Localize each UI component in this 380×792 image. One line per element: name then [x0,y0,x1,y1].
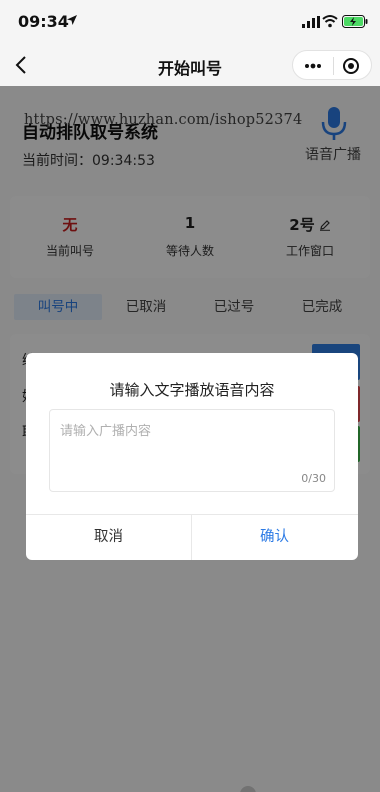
broadcast-dialog: 请输入文字播放语音内容 0/30 取消 确认 [26,353,358,560]
cancel-button[interactable]: 取消 [26,515,191,560]
battery-charging-icon [342,15,368,28]
wifi-icon [322,15,338,28]
more-dots-icon[interactable] [303,60,323,72]
mini-program-capsule [292,50,372,80]
confirm-button[interactable]: 确认 [192,515,357,560]
status-time: 09:34 [18,12,69,31]
broadcast-text-field: 0/30 [49,409,335,492]
capsule-divider [333,57,334,75]
close-target-icon[interactable] [342,57,360,75]
status-bar: 09:34 [0,0,380,44]
nav-bar: 开始叫号 [0,44,380,86]
char-counter: 0/30 [301,472,326,485]
signal-icon [302,16,320,28]
location-arrow-icon [67,15,77,25]
dialog-title: 请输入文字播放语音内容 [109,381,275,399]
broadcast-textarea[interactable] [60,420,322,466]
